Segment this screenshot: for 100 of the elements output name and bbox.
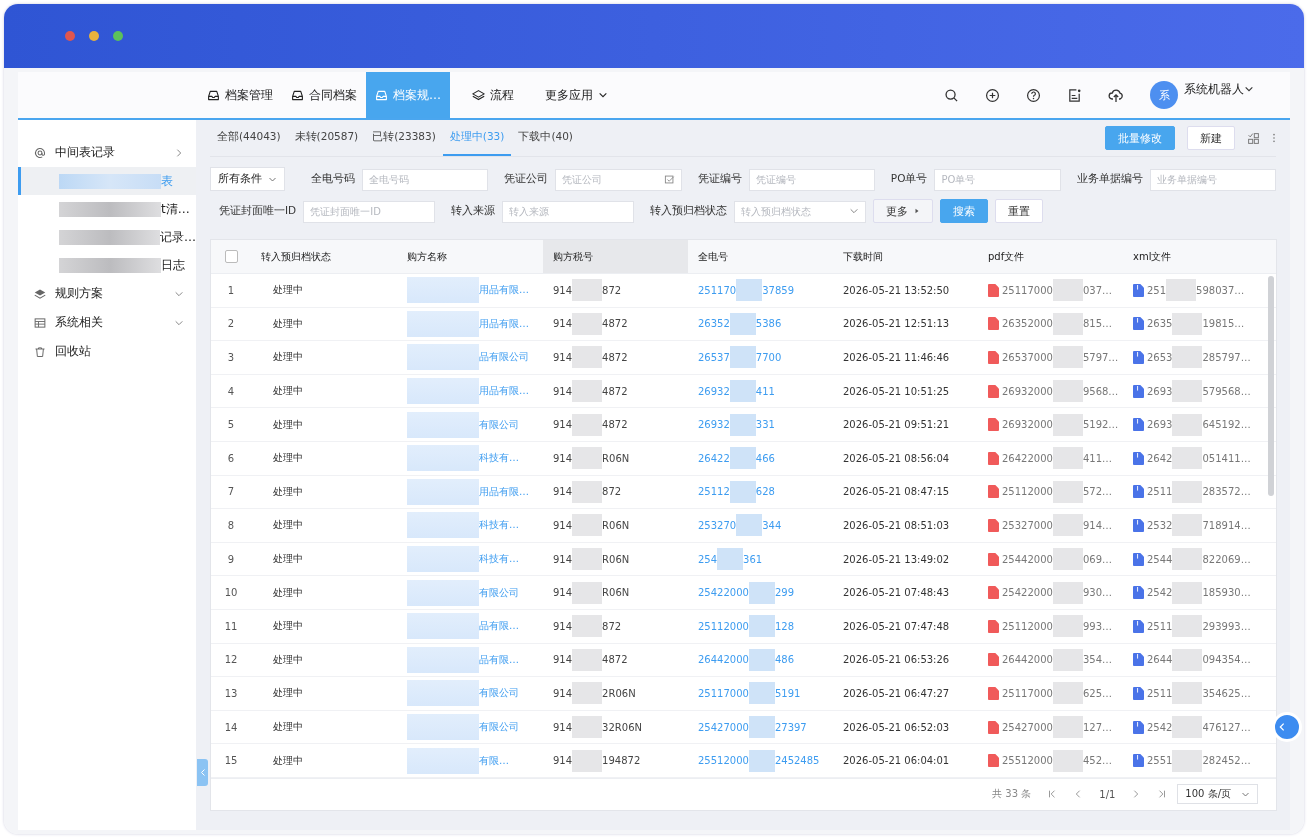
filter-input-field[interactable]: 全电号码 <box>362 168 489 191</box>
invoice-number-link[interactable]: 25117000 <box>698 687 749 699</box>
sidebar-item[interactable]: 规则方案 <box>18 279 196 308</box>
buyer-name-link[interactable]: 有限公司 <box>479 585 519 600</box>
invoice-number-link[interactable]: 26932 <box>698 419 730 431</box>
filter-input-field[interactable]: 凭证编号 <box>748 168 875 191</box>
batch-edit-button[interactable]: 批量修改 <box>1105 126 1175 150</box>
invoice-number-link[interactable]: 25422000 <box>698 587 749 599</box>
sidebar-subitem[interactable]: 日志 <box>18 251 196 279</box>
status-tab[interactable]: 未转(20587) <box>287 120 366 156</box>
zip-file-icon[interactable] <box>1133 283 1144 297</box>
invoice-number-link[interactable]: 26537 <box>698 352 730 363</box>
status-tab[interactable]: 已转(23383) <box>365 120 443 156</box>
invoice-number-link[interactable]: 411 <box>755 385 775 397</box>
pdf-file-icon[interactable] <box>988 653 999 667</box>
invoice-number-link[interactable]: 251170 <box>698 284 737 296</box>
pdf-file-icon[interactable] <box>988 754 999 768</box>
sidebar-item[interactable]: 系统相关 <box>18 308 196 337</box>
filter-input-field[interactable]: 业务单据编号 <box>1149 168 1276 191</box>
buyer-name-link[interactable]: 有限… <box>479 753 509 768</box>
buyer-name-link[interactable]: 有限公司 <box>479 417 519 432</box>
zip-file-icon[interactable] <box>1133 317 1144 331</box>
buyer-name-link[interactable]: 品有限… <box>479 652 519 667</box>
buyer-name-link[interactable]: 科技有… <box>479 552 519 567</box>
pdf-file-icon[interactable] <box>988 586 999 600</box>
invoice-number-link[interactable]: 26442000 <box>698 654 749 666</box>
column-header[interactable]: 购方名称 <box>397 240 543 273</box>
search-icon[interactable] <box>944 87 959 103</box>
condition-dropdown[interactable]: 所有条件 <box>210 167 285 191</box>
sidebar-subitem[interactable]: 记录… <box>18 223 196 251</box>
pdf-file-icon[interactable] <box>988 485 999 499</box>
zip-file-icon[interactable] <box>1133 451 1144 465</box>
nav-tab[interactable]: 流程 <box>450 72 536 118</box>
invoice-number-link[interactable]: 7700 <box>755 352 782 363</box>
invoice-number-link[interactable]: 128 <box>774 620 794 632</box>
zip-file-icon[interactable] <box>1133 686 1144 700</box>
user-name[interactable]: 系统机器人 <box>1184 80 1244 98</box>
zip-file-icon[interactable] <box>1133 518 1144 532</box>
filter-input-field[interactable]: 凭证公司 <box>555 168 682 191</box>
invoice-number-link[interactable]: 299 <box>774 587 794 599</box>
buyer-name-link[interactable]: 用品有限… <box>479 316 529 331</box>
invoice-number-link[interactable]: 26352 <box>698 318 730 330</box>
last-page-icon[interactable] <box>1157 789 1168 800</box>
zip-file-icon[interactable] <box>1133 653 1144 667</box>
invoice-number-link[interactable]: 2452485 <box>774 755 820 767</box>
status-tab[interactable]: 处理中(33) <box>442 120 512 156</box>
pdf-file-icon[interactable] <box>988 518 999 532</box>
sidebar-item[interactable]: 中间表记录 <box>18 138 196 167</box>
invoice-number-link[interactable]: 628 <box>755 486 775 498</box>
zip-file-icon[interactable] <box>1133 720 1144 734</box>
invoice-number-link[interactable]: 26422 <box>698 452 730 464</box>
cloud-upload-icon[interactable] <box>1108 87 1124 103</box>
sidebar-subitem[interactable]: 表 <box>18 167 196 195</box>
sidebar-subitem[interactable]: t清… <box>18 195 196 223</box>
zip-file-icon[interactable] <box>1133 754 1144 768</box>
zip-file-icon[interactable] <box>1133 552 1144 566</box>
status-tab[interactable]: 下载中(40) <box>511 120 580 156</box>
note-icon[interactable] <box>1067 87 1082 103</box>
buyer-name-link[interactable]: 有限公司 <box>479 686 519 701</box>
buyer-name-link[interactable]: 用品有限… <box>479 384 529 399</box>
sidebar-item[interactable]: 回收站 <box>18 337 196 366</box>
search-button[interactable]: 搜索 <box>940 199 989 223</box>
zip-file-icon[interactable] <box>1133 586 1144 600</box>
filter-input-field[interactable]: PO单号 <box>934 168 1061 191</box>
close-dot-icon[interactable] <box>65 31 75 41</box>
pdf-file-icon[interactable] <box>988 351 999 364</box>
pdf-file-icon[interactable] <box>988 552 999 566</box>
buyer-name-link[interactable]: 用品有限… <box>479 283 529 298</box>
pdf-file-icon[interactable] <box>988 720 999 734</box>
buyer-name-link[interactable]: 有限公司 <box>479 720 519 734</box>
pdf-file-icon[interactable] <box>988 619 999 633</box>
invoice-number-link[interactable]: 254 <box>698 553 718 565</box>
invoice-number-link[interactable]: 253270 <box>698 519 737 531</box>
zip-file-icon[interactable] <box>1133 351 1144 364</box>
column-header[interactable]: 购方税号 <box>543 240 688 273</box>
zip-file-icon[interactable] <box>1133 485 1144 499</box>
column-header[interactable]: pdf文件 <box>978 240 1123 273</box>
buyer-name-link[interactable]: 品有限… <box>479 619 519 634</box>
invoice-number-link[interactable]: 344 <box>762 519 782 531</box>
invoice-number-link[interactable]: 27397 <box>774 721 807 733</box>
invoice-number-link[interactable]: 466 <box>755 452 775 464</box>
buyer-name-link[interactable]: 科技有… <box>479 518 519 533</box>
zip-file-icon[interactable] <box>1133 619 1144 633</box>
column-header[interactable]: 转入预归档状态 <box>251 240 397 273</box>
maximize-dot-icon[interactable] <box>113 31 123 41</box>
invoice-number-link[interactable]: 25112 <box>698 486 730 498</box>
grid-layout-icon[interactable] <box>1247 131 1260 145</box>
side-panel-toggle[interactable] <box>1272 712 1302 742</box>
first-page-icon[interactable] <box>1047 789 1058 800</box>
more-vertical-icon[interactable] <box>1272 132 1276 144</box>
invoice-number-link[interactable]: 25512000 <box>698 755 749 767</box>
invoice-number-link[interactable]: 37859 <box>762 284 794 296</box>
nav-tab[interactable]: 合同档案 <box>282 72 366 118</box>
more-button[interactable]: 更多 <box>873 199 934 223</box>
column-header[interactable]: 下载时间 <box>833 240 978 273</box>
filter-input-field[interactable]: 转入来源 <box>502 200 635 223</box>
invoice-number-link[interactable]: 5191 <box>774 687 801 699</box>
add-circle-icon[interactable] <box>985 87 1000 103</box>
column-header[interactable]: xml文件 <box>1123 240 1263 273</box>
select-all-checkbox[interactable] <box>224 250 238 263</box>
